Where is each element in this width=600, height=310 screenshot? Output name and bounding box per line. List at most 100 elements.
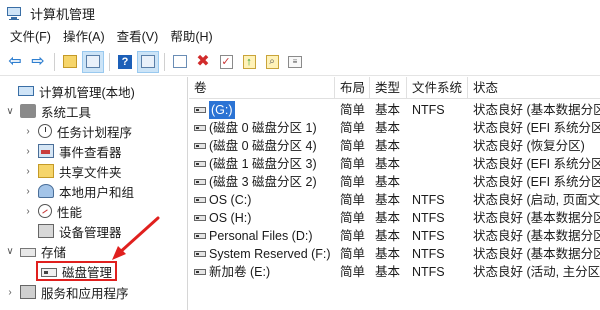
- cell-status: 状态良好 (基本数据分区: [473, 211, 600, 225]
- cell-volume: Personal Files (D:): [189, 227, 335, 245]
- cell-layout: 简单: [340, 247, 366, 261]
- tree-item-label: 服务和应用程序: [41, 286, 129, 301]
- show-hide-tree-button[interactable]: [82, 50, 104, 73]
- tree-item-task-scheduler[interactable]: › 任务计划程序: [22, 121, 132, 141]
- cell-type: 基本: [375, 265, 401, 279]
- cell-fs: NTFS: [412, 265, 445, 279]
- tree-item-local-users[interactable]: › 本地用户和组: [22, 181, 134, 201]
- table-row[interactable]: (G:) 简单 基本 NTFS 状态良好 (基本数据分区: [189, 101, 600, 119]
- toolbar: ⇦ ⇨ ? ✖ ✓ ↑ ⌕ ≡: [0, 48, 600, 76]
- delete-button[interactable]: ✖: [192, 51, 214, 73]
- volume-name: 新加卷 (E:): [209, 265, 271, 279]
- volume-name: Personal Files (D:): [209, 229, 313, 243]
- cell-fs: NTFS: [412, 211, 445, 225]
- tree-item-root[interactable]: ▾ 计算机管理(本地): [2, 81, 135, 101]
- disk-management-highlight: 磁盘管理: [36, 261, 118, 281]
- tree-item-label: 磁盘管理: [62, 265, 113, 280]
- volume-icon: [194, 143, 206, 149]
- back-button[interactable]: ⇦: [4, 51, 26, 73]
- toolbar-separator: [164, 52, 165, 71]
- table-row[interactable]: (磁盘 3 磁盘分区 2) 简单 基本 状态良好 (EFI 系统分区: [189, 173, 600, 191]
- cell-status: 状态良好 (启动, 页面文件: [473, 193, 600, 207]
- forward-button[interactable]: ⇨: [27, 51, 49, 73]
- clock-icon: [38, 124, 52, 138]
- volume-list: 卷 布局 类型 文件系统 状态 (G:) 简单 基本 NTFS 状态良好 (基本数据分区…: [189, 77, 600, 310]
- menu-action[interactable]: 操作(A): [57, 26, 111, 48]
- column-header-type[interactable]: 类型: [370, 77, 407, 99]
- menu-help[interactable]: 帮助(H): [164, 26, 218, 48]
- help-button[interactable]: ?: [114, 51, 136, 73]
- delete-icon: ✖: [196, 52, 210, 70]
- menu-bar: 文件(F) 操作(A) 查看(V) 帮助(H): [0, 26, 600, 48]
- chevron-right-icon[interactable]: ›: [22, 126, 34, 137]
- device-manager-icon: [38, 224, 54, 238]
- chevron-right-icon[interactable]: ›: [22, 206, 34, 217]
- cell-fs: NTFS: [412, 103, 445, 117]
- cell-layout: 简单: [340, 265, 366, 279]
- table-row[interactable]: 新加卷 (E:) 简单 基本 NTFS 状态良好 (活动, 主分区): [189, 263, 600, 281]
- volume-icon: [194, 161, 206, 167]
- show-hide-action-pane-button[interactable]: [137, 50, 159, 73]
- cell-fs: NTFS: [412, 247, 445, 261]
- cell-type: 基本: [375, 229, 401, 243]
- chevron-right-icon[interactable]: ›: [22, 186, 34, 197]
- chevron-right-icon[interactable]: ›: [4, 287, 16, 298]
- cell-volume: (磁盘 1 磁盘分区 3): [189, 155, 335, 173]
- tree-item-device-manager[interactable]: 设备管理器: [38, 221, 122, 241]
- tree-item-system-tools[interactable]: ∨ 系统工具: [4, 101, 91, 121]
- table-row[interactable]: System Reserved (F:) 简单 基本 NTFS 状态良好 (基本数据分区: [189, 245, 600, 263]
- cell-layout: 简单: [340, 229, 366, 243]
- action-pane-icon: [141, 55, 155, 68]
- column-header-volume[interactable]: 卷: [189, 77, 335, 99]
- chevron-right-icon[interactable]: ›: [22, 146, 34, 157]
- menu-view[interactable]: 查看(V): [111, 26, 165, 48]
- volume-icon: [194, 125, 206, 131]
- cell-layout: 简单: [340, 121, 366, 135]
- volume-name: (磁盘 3 磁盘分区 2): [209, 175, 317, 189]
- connect-button[interactable]: [169, 51, 191, 73]
- cell-fs: NTFS: [412, 229, 445, 243]
- console-tree-icon: [86, 55, 100, 68]
- tree-item-performance[interactable]: › 性能: [22, 201, 82, 221]
- properties-icon: ≡: [288, 55, 302, 68]
- connect-icon: [173, 55, 187, 68]
- properties-button[interactable]: ≡: [284, 51, 306, 73]
- tree-item-label: 本地用户和组: [59, 185, 135, 200]
- cell-type: 基本: [375, 211, 401, 225]
- column-header-status[interactable]: 状态: [468, 77, 600, 99]
- table-row[interactable]: Personal Files (D:) 简单 基本 NTFS 状态良好 (基本数据分区: [189, 227, 600, 245]
- tree-item-event-viewer[interactable]: › 事件查看器: [22, 141, 122, 161]
- search-button[interactable]: ⌕: [261, 51, 283, 73]
- users-icon: [38, 184, 54, 198]
- chevron-right-icon[interactable]: ›: [22, 166, 34, 177]
- cell-volume: (G:): [189, 101, 335, 119]
- cell-status: 状态良好 (基本数据分区: [473, 103, 600, 117]
- chevron-down-icon[interactable]: ∨: [4, 106, 16, 117]
- tree-item-shared-folders[interactable]: › 共享文件夹: [22, 161, 122, 181]
- cell-status: 状态良好 (EFI 系统分区: [473, 175, 600, 189]
- table-row[interactable]: (磁盘 0 磁盘分区 4) 简单 基本 状态良好 (恢复分区): [189, 137, 600, 155]
- menu-file[interactable]: 文件(F): [4, 26, 57, 48]
- table-row[interactable]: OS (C:) 简单 基本 NTFS 状态良好 (启动, 页面文件: [189, 191, 600, 209]
- up-level-button[interactable]: [59, 51, 81, 73]
- volume-icon: [194, 215, 206, 221]
- cell-type: 基本: [375, 121, 401, 135]
- arrow-up-icon: ↑: [242, 54, 256, 69]
- column-header-layout[interactable]: 布局: [335, 77, 370, 99]
- computer-icon: [18, 86, 34, 96]
- window-title: 计算机管理: [30, 6, 96, 22]
- tree-item-disk-management[interactable]: 磁盘管理: [36, 261, 118, 281]
- tree-item-services[interactable]: › 服务和应用程序: [4, 282, 129, 302]
- table-row[interactable]: (磁盘 0 磁盘分区 1) 简单 基本 状态良好 (EFI 系统分区: [189, 119, 600, 137]
- tree-item-storage[interactable]: ∨ 存储: [4, 241, 66, 261]
- chevron-down-icon[interactable]: ∨: [4, 246, 16, 257]
- tree-item-label: 共享文件夹: [59, 165, 122, 180]
- table-row[interactable]: OS (H:) 简单 基本 NTFS 状态良好 (基本数据分区: [189, 209, 600, 227]
- arrow-right-icon: ⇨: [31, 52, 45, 70]
- checklist-icon: ✓: [219, 54, 233, 69]
- rescan-button[interactable]: ↑: [238, 51, 260, 73]
- checklist-button[interactable]: ✓: [215, 51, 237, 73]
- column-header-filesystem[interactable]: 文件系统: [407, 77, 468, 99]
- cell-layout: 简单: [340, 103, 366, 117]
- table-row[interactable]: (磁盘 1 磁盘分区 3) 简单 基本 状态良好 (EFI 系统分区: [189, 155, 600, 173]
